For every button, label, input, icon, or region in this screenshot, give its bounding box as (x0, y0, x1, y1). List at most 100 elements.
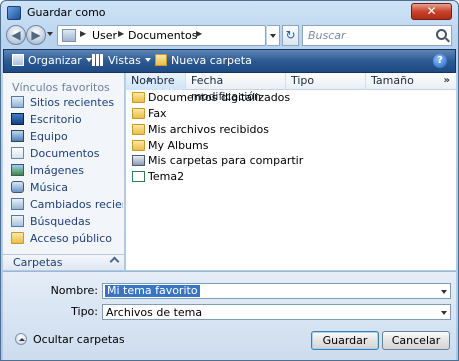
sidebar-item-documents[interactable]: Documentos (11, 146, 123, 162)
sidebar-item-label: Cambiados reciente... (30, 198, 123, 211)
recent-pages-dropdown-icon[interactable] (47, 32, 53, 36)
file-list: ▲ Nombre Fecha modificación Tipo Tamaño … (126, 73, 456, 270)
file-name: Fax (148, 107, 167, 120)
type-label: Tipo: (71, 305, 98, 318)
sidebar-item-recent-places[interactable]: Sitios recientes (11, 95, 123, 111)
sidebar-item-searches[interactable]: Búsquedas (11, 214, 123, 230)
more-columns-icon[interactable]: » (444, 73, 450, 89)
column-header-size[interactable]: Tamaño (366, 73, 436, 90)
app-icon (7, 6, 21, 20)
new-folder-icon (155, 54, 167, 66)
chevron-down-icon (85, 58, 92, 62)
column-label: Tamaño (371, 74, 414, 87)
file-name: Mis carpetas para compartir (148, 154, 304, 167)
chevron-down-icon (144, 58, 151, 62)
filename-value: Mi tema favorito (105, 284, 200, 297)
chevron-right-icon[interactable]: ▶ (196, 29, 202, 38)
sidebar-item-label: Escritorio (30, 113, 82, 126)
pictures-icon (11, 164, 24, 176)
file-name: Documentos digitalizados (148, 91, 291, 104)
sidebar-item-computer[interactable]: Equipo (11, 129, 123, 145)
organize-icon (12, 54, 24, 66)
sidebar-item-label: Sitios recientes (30, 96, 115, 109)
music-icon (11, 181, 24, 193)
theme-file-icon (132, 171, 145, 182)
cancel-button[interactable]: Cancelar (382, 331, 450, 350)
searches-icon (11, 215, 24, 227)
breadcrumb-user[interactable]: User (92, 29, 117, 42)
refresh-icon: ↻ (285, 28, 296, 42)
file-type-value: Archivos de tema (106, 306, 203, 319)
command-toolbar: Organizar Vistas Nueva carpeta ? (3, 49, 456, 73)
sidebar-item-label: Documentos (30, 147, 100, 160)
filename-field[interactable]: Mi tema favorito (102, 283, 451, 299)
folders-toggle[interactable]: Carpetas (3, 254, 125, 270)
column-header-type[interactable]: Tipo (286, 73, 366, 90)
address-bar[interactable]: ▶ User ▶ Documentos ▶ (57, 25, 266, 46)
sidebar-item-label: Equipo (30, 130, 68, 143)
search-icon[interactable] (436, 29, 447, 40)
column-headers: ▲ Nombre Fecha modificación Tipo Tamaño … (126, 73, 456, 103)
sidebar-item-music[interactable]: Música (11, 180, 123, 196)
file-name: Tema2 (148, 170, 185, 183)
favorite-links-heading: Vínculos favoritos (12, 81, 110, 94)
sidebar-item-public[interactable]: Acceso público (11, 231, 123, 247)
refresh-button[interactable]: ↻ (282, 25, 299, 46)
recently-changed-icon (11, 198, 24, 210)
documents-icon (11, 147, 24, 159)
hide-folders-label: Ocultar carpetas (33, 333, 125, 346)
address-history-dropdown[interactable] (267, 25, 280, 46)
sidebar-item-pictures[interactable]: Imágenes (11, 163, 123, 179)
recent-places-icon (11, 96, 24, 108)
collapse-icon (15, 333, 27, 345)
search-placeholder: Buscar (308, 29, 346, 42)
column-header-name[interactable]: ▲ Nombre (126, 73, 186, 90)
sidebar-item-recently-changed[interactable]: Cambiados reciente... (11, 197, 123, 213)
chevron-down-icon (270, 34, 276, 38)
back-button[interactable]: ◀ (6, 25, 26, 45)
forward-button[interactable]: ▶ (26, 25, 46, 45)
column-label: Tipo (291, 74, 315, 87)
folders-label: Carpetas (13, 256, 63, 269)
address-folder-icon (62, 29, 76, 42)
save-button[interactable]: Guardar (311, 331, 379, 350)
save-as-dialog: Guardar como ✕ ◀ ▶ ▶ User ▶ Documentos ▶… (0, 0, 459, 361)
window-title: Guardar como (27, 6, 106, 19)
column-header-date-modified[interactable]: Fecha modificación (186, 73, 286, 103)
views-label: Vistas (108, 54, 141, 67)
chevron-down-icon[interactable] (441, 290, 447, 294)
forward-arrow-icon: ▶ (31, 28, 41, 42)
chevron-down-icon[interactable] (441, 311, 447, 315)
help-icon[interactable]: ? (433, 54, 447, 68)
public-folder-icon (11, 232, 24, 244)
close-button[interactable]: ✕ (411, 3, 452, 20)
new-folder-button[interactable]: Nueva carpeta (155, 50, 252, 72)
folder-icon (132, 140, 145, 151)
breadcrumb-documentos[interactable]: Documentos (128, 29, 197, 42)
views-icon (92, 54, 104, 66)
organize-menu[interactable]: Organizar (12, 50, 92, 72)
column-label: Nombre (131, 74, 175, 87)
shared-folder-icon (132, 155, 145, 166)
title-bar: Guardar como ✕ (1, 1, 458, 25)
chevron-up-icon (109, 256, 120, 267)
folder-icon (132, 92, 145, 103)
sidebar-item-label: Imágenes (30, 164, 84, 177)
chevron-right-icon[interactable]: ▶ (80, 29, 86, 38)
chevron-right-icon[interactable]: ▶ (118, 29, 124, 38)
address-row: ◀ ▶ ▶ User ▶ Documentos ▶ ↻ Buscar (1, 24, 458, 46)
save-options-panel: Nombre: Mi tema favorito Tipo: Archivos … (3, 271, 456, 360)
computer-icon (11, 130, 24, 142)
navigation-pane: Vínculos favoritos Sitios recientes Escr… (3, 73, 125, 269)
organize-label: Organizar (28, 54, 82, 67)
folder-icon (132, 108, 145, 119)
sidebar-item-desktop[interactable]: Escritorio (11, 112, 123, 128)
sort-ascending-icon: ▲ (146, 75, 152, 83)
file-type-select[interactable]: Archivos de tema (102, 304, 451, 320)
file-name: Mis archivos recibidos (148, 123, 269, 136)
views-menu[interactable]: Vistas (92, 50, 151, 72)
file-name: My Albums (148, 139, 209, 152)
sidebar-item-label: Música (30, 181, 69, 194)
search-input[interactable]: Buscar (302, 25, 452, 46)
folder-icon (132, 124, 145, 135)
